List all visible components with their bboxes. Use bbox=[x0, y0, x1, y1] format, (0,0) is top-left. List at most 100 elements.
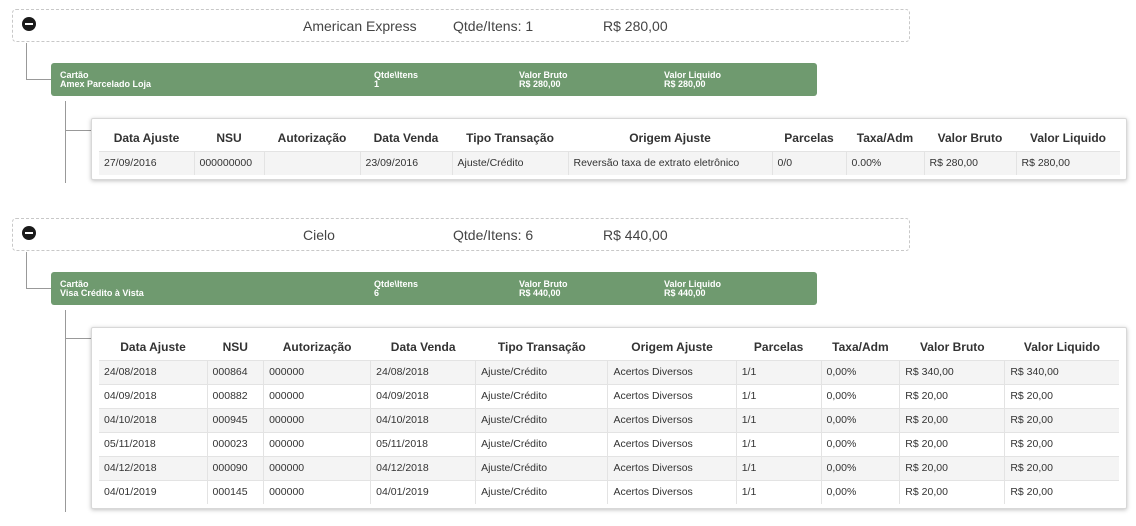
table-cell: 000023 bbox=[206, 431, 264, 456]
column-header: Taxa/Adm bbox=[856, 130, 914, 145]
table-cell: 0/0 bbox=[771, 150, 846, 175]
table-cell: R$ 20,00 bbox=[899, 383, 1005, 408]
tree-connector bbox=[65, 310, 91, 512]
qtde-label: Qtde\Itens bbox=[374, 279, 419, 289]
table-cell: Ajuste/Crédito bbox=[475, 359, 608, 384]
table-cell: 0,00% bbox=[820, 455, 900, 480]
column-header: Tipo Transação bbox=[466, 130, 554, 145]
table-cell: 000945 bbox=[206, 407, 264, 432]
table-cell: R$ 20,00 bbox=[899, 431, 1005, 456]
table-cell: 24/08/2018 bbox=[99, 359, 208, 384]
table-cell: R$ 20,00 bbox=[1004, 479, 1119, 504]
table-cell: 04/01/2019 bbox=[370, 479, 476, 504]
collapse-minus-icon[interactable] bbox=[22, 17, 36, 31]
card-detail-bar[interactable]: Cartão Visa Crédito à Vista Qtde\Itens 6 V… bbox=[51, 272, 817, 305]
table-header-row: Data Ajuste NSU Autorização Data Venda Tipo … bbox=[99, 334, 1119, 360]
table-cell: R$ 20,00 bbox=[1004, 455, 1119, 480]
table-cell: R$ 280,00 bbox=[1015, 150, 1120, 175]
tree-connector bbox=[65, 130, 91, 131]
table-cell: 04/10/2018 bbox=[99, 407, 208, 432]
qtde-label: Qtde\Itens bbox=[374, 70, 419, 80]
table-cell: 000145 bbox=[206, 479, 264, 504]
table-cell: R$ 280,00 bbox=[923, 150, 1016, 175]
summary-acquirer-name: Cielo bbox=[303, 227, 335, 243]
table-row[interactable]: 04/12/2018 000090 000000 04/12/2018 Ajuste/C… bbox=[99, 455, 1119, 480]
transactions-table-cielo: Data Ajuste NSU Autorização Data Venda Tipo … bbox=[91, 327, 1127, 509]
table-cell: 04/09/2018 bbox=[99, 383, 208, 408]
transactions-table-amex: Data Ajuste NSU Autorização Data Venda Tipo … bbox=[91, 118, 1127, 180]
table-header-row: Data Ajuste NSU Autorização Data Venda Tipo … bbox=[99, 125, 1120, 151]
column-header: Parcelas bbox=[753, 339, 804, 354]
table-cell: 04/10/2018 bbox=[370, 407, 476, 432]
table-cell: 000000 bbox=[263, 383, 371, 408]
column-header: Tipo Transação bbox=[497, 339, 586, 354]
table-cell: 05/11/2018 bbox=[370, 431, 476, 456]
column-header: Data Ajuste bbox=[120, 339, 186, 354]
table-row[interactable]: 05/11/2018 000023 000000 05/11/2018 Ajuste/C… bbox=[99, 431, 1119, 456]
table-cell: R$ 20,00 bbox=[1004, 407, 1119, 432]
table-cell: R$ 20,00 bbox=[1004, 431, 1119, 456]
table-cell: Acertos Diversos bbox=[607, 431, 737, 456]
table-cell: Acertos Diversos bbox=[607, 359, 737, 384]
column-header: Valor Liquido bbox=[1029, 130, 1106, 145]
column-header: NSU bbox=[216, 130, 242, 145]
table-cell: 1/1 bbox=[735, 383, 822, 408]
table-cell: 000000 bbox=[263, 431, 371, 456]
table-cell: R$ 20,00 bbox=[899, 455, 1005, 480]
table-cell: 27/09/2016 bbox=[99, 150, 194, 175]
table-cell: R$ 20,00 bbox=[1004, 383, 1119, 408]
table-cell: 1/1 bbox=[735, 455, 822, 480]
column-header: Taxa/Adm bbox=[832, 339, 889, 354]
table-cell: Ajuste/Crédito bbox=[475, 407, 608, 432]
column-header: Origem Ajuste bbox=[629, 130, 711, 145]
column-header: Valor Liquido bbox=[1023, 339, 1100, 354]
table-row[interactable]: 04/10/2018 000945 000000 04/10/2018 Ajuste/C… bbox=[99, 407, 1119, 432]
table-cell: 000000000 bbox=[193, 150, 264, 175]
summary-valor: R$ 280,00 bbox=[603, 18, 668, 34]
valor-liquido-value: R$ 440,00 bbox=[664, 288, 706, 298]
valor-bruto-value: R$ 280,00 bbox=[519, 79, 561, 89]
table-cell: 000000 bbox=[263, 455, 371, 480]
table-row[interactable]: 27/09/2016 000000000 23/09/2016 Ajuste/Créd… bbox=[99, 150, 1120, 175]
table-row[interactable]: 24/08/2018 000864 000000 24/08/2018 Ajuste/C… bbox=[99, 359, 1119, 384]
card-detail-bar[interactable]: Cartão Amex Parcelado Loja Qtde\Itens 1 Va… bbox=[51, 63, 817, 96]
table-cell: 000000 bbox=[263, 407, 371, 432]
qtde-value: 1 bbox=[374, 79, 380, 89]
table-cell: R$ 340,00 bbox=[899, 359, 1005, 384]
column-header: Origem Ajuste bbox=[631, 339, 713, 354]
summary-valor: R$ 440,00 bbox=[603, 227, 668, 243]
table-cell: 000864 bbox=[206, 359, 264, 384]
table-row[interactable]: 04/01/2019 000145 000000 04/01/2019 Ajuste/C… bbox=[99, 479, 1119, 504]
table-cell: 000000 bbox=[263, 359, 371, 384]
column-header: NSU bbox=[222, 339, 248, 354]
table-cell: 23/09/2016 bbox=[359, 150, 452, 175]
column-header: Autorização bbox=[282, 339, 352, 354]
table-cell: 1/1 bbox=[735, 431, 822, 456]
summary-acquirer-name: American Express bbox=[303, 18, 417, 34]
column-header: Autorização bbox=[277, 130, 347, 145]
cartao-value: Amex Parcelado Loja bbox=[60, 79, 152, 89]
valor-liquido-value: R$ 280,00 bbox=[664, 79, 706, 89]
table-cell: Ajuste/Crédito bbox=[475, 479, 608, 504]
table-row[interactable]: 04/09/2018 000882 000000 04/09/2018 Ajuste/C… bbox=[99, 383, 1119, 408]
qtde-value: 6 bbox=[374, 288, 380, 298]
column-header: Data Ajuste bbox=[113, 130, 180, 145]
table-cell: 05/11/2018 bbox=[99, 431, 208, 456]
table-cell: Acertos Diversos bbox=[607, 383, 737, 408]
cartao-value: Visa Crédito à Vista bbox=[60, 288, 144, 298]
summary-qtde: Qtde/Itens: 6 bbox=[453, 227, 534, 243]
collapse-minus-icon[interactable] bbox=[22, 226, 36, 240]
column-header: Parcelas bbox=[784, 130, 834, 145]
table-cell: Ajuste/Crédito bbox=[475, 383, 608, 408]
table-cell: 1/1 bbox=[735, 407, 822, 432]
table-cell: Acertos Diversos bbox=[607, 455, 737, 480]
table-cell: 000000 bbox=[263, 479, 371, 504]
table-cell: 1/1 bbox=[735, 479, 822, 504]
table-cell: 04/09/2018 bbox=[370, 383, 476, 408]
table-cell: 1/1 bbox=[735, 359, 822, 384]
table-cell: 04/12/2018 bbox=[99, 455, 208, 480]
table-cell: 0,00% bbox=[820, 479, 900, 504]
table-cell: 0,00% bbox=[820, 431, 900, 456]
table-cell: 04/01/2019 bbox=[99, 479, 208, 504]
valor-bruto-value: R$ 440,00 bbox=[519, 288, 561, 298]
